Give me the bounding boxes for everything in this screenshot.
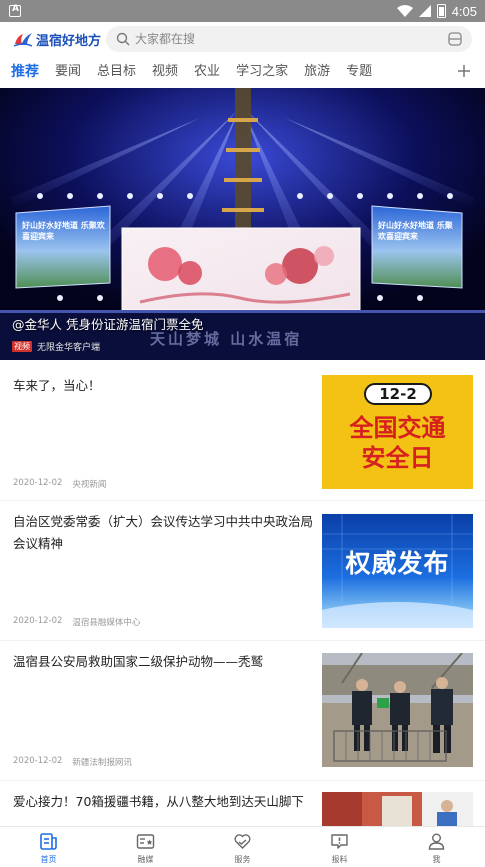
nav-report-label: 报料 xyxy=(331,855,348,864)
search-icon xyxy=(116,32,130,46)
logo-mark-icon xyxy=(13,33,33,47)
tab-video[interactable]: 视频 xyxy=(144,57,186,87)
news-thumbnail[interactable] xyxy=(322,792,473,826)
nav-service-label: 服务 xyxy=(234,855,251,864)
logo-text: 温宿好地方 xyxy=(36,33,102,49)
hero-banner[interactable]: 好山好水好地道 乐聚欢喜迎宾来 好山好水好地道 乐聚欢喜迎宾来 天山梦城 山水温… xyxy=(0,88,485,360)
list-item[interactable]: 自治区党委常委（扩大）会议传达学习中共中央政治局会议精神 2020-12-02 … xyxy=(0,501,485,640)
status-right: 4:05 xyxy=(396,2,477,20)
screen-right-text: 好山好水好地道 乐聚欢喜迎宾来 xyxy=(378,221,453,241)
news-date: 2020-12-02 xyxy=(13,478,63,488)
tab-study-home[interactable]: 学习之家 xyxy=(228,57,296,87)
nav-home-label: 首页 xyxy=(40,855,57,864)
news-title[interactable]: 爱心接力！70箱援疆书籍，从八整大地到达天山脚下 xyxy=(13,791,313,813)
status-bar: 4:05 xyxy=(0,0,485,22)
thumb-authority-text: 权威发布 xyxy=(345,549,450,578)
search-bar[interactable]: 大家都在搜 xyxy=(106,26,472,52)
screen-left-text: 好山好水好地道 乐聚欢喜迎宾来 xyxy=(22,221,105,241)
app-logo[interactable]: 温宿好地方 xyxy=(13,28,101,50)
thumb-line-2: 全国交通 xyxy=(349,414,446,442)
tab-recommend[interactable]: 推荐 xyxy=(0,57,47,87)
news-source: 温宿县融媒体中心 xyxy=(72,618,141,628)
nav-me[interactable]: 我 xyxy=(388,827,485,867)
list-item[interactable]: 温宿县公安局救助国家二级保护动物——秃鹫 2020-12-02 新疆法制报网讯 xyxy=(0,641,485,780)
status-time: 4:05 xyxy=(451,3,477,19)
news-thumbnail[interactable]: 12-2 全国交通 安全日 xyxy=(322,375,473,489)
video-tag-badge: 视频 xyxy=(12,341,32,352)
news-source: 新疆法制报网讯 xyxy=(72,758,132,768)
nav-service[interactable]: 服务 xyxy=(194,827,291,867)
hero-source: 无限金华客户端 xyxy=(37,343,101,353)
thumb-books-photo xyxy=(322,792,473,826)
tab-travel[interactable]: 旅游 xyxy=(296,57,338,87)
battery-icon xyxy=(436,4,446,18)
nav-media-label: 融媒 xyxy=(137,855,154,864)
tab-headlines[interactable]: 要闻 xyxy=(47,57,89,87)
scan-icon[interactable] xyxy=(448,32,462,46)
list-item[interactable]: 爱心接力！70箱援疆书籍，从八整大地到达天山脚下 xyxy=(0,781,485,826)
thumb-headline: 全国交通 安全日 xyxy=(322,413,473,473)
nav-me-label: 我 xyxy=(432,855,441,864)
news-meta: 2020-12-02 温宿县融媒体中心 xyxy=(13,616,140,628)
report-chat-icon xyxy=(331,834,348,849)
notification-icon xyxy=(9,4,21,17)
thumb-line-3: 安全日 xyxy=(361,444,434,472)
tab-agriculture[interactable]: 农业 xyxy=(186,57,228,87)
wifi-icon xyxy=(396,5,413,17)
app-header: 温宿好地方 大家都在搜 xyxy=(0,22,485,56)
tab-overall-goal[interactable]: 总目标 xyxy=(89,57,144,87)
thumb-police-photo xyxy=(322,653,473,767)
hero-meta: 视频 无限金华客户端 xyxy=(12,340,100,353)
news-thumbnail[interactable] xyxy=(322,653,473,767)
news-title[interactable]: 自治区党委常委（扩大）会议传达学习中共中央政治局会议精神 xyxy=(13,511,313,555)
nav-home[interactable]: 首页 xyxy=(0,827,97,867)
category-tabs: 推荐 要闻 总目标 视频 农业 学习之家 旅游 专题 xyxy=(0,56,485,88)
news-source: 央视新闻 xyxy=(72,480,107,490)
news-date: 2020-12-02 xyxy=(13,616,63,626)
thumb-date-badge: 12-2 xyxy=(364,383,432,405)
news-meta: 2020-12-02 新疆法制报网讯 xyxy=(13,756,132,768)
bottom-nav: 首页 融媒 服务 报料 我 xyxy=(0,826,485,867)
tab-topics[interactable]: 专题 xyxy=(338,57,380,87)
media-star-icon xyxy=(136,834,155,849)
heart-service-icon xyxy=(234,834,251,849)
thumb-date-text: 12-2 xyxy=(379,385,417,403)
news-title[interactable]: 温宿县公安局救助国家二级保护动物——秃鹫 xyxy=(13,651,313,673)
news-date: 2020-12-02 xyxy=(13,756,63,766)
news-title[interactable]: 车来了，当心！ xyxy=(13,375,313,397)
list-item[interactable]: 车来了，当心！ 2020-12-02 央视新闻 12-2 全国交通 安全日 xyxy=(0,360,485,500)
add-tab-icon[interactable] xyxy=(455,62,473,80)
home-doc-icon xyxy=(40,833,57,850)
user-icon xyxy=(428,833,445,850)
nav-report[interactable]: 报料 xyxy=(291,827,388,867)
nav-media[interactable]: 融媒 xyxy=(97,827,194,867)
news-thumbnail[interactable]: 权威发布 xyxy=(322,514,473,628)
search-placeholder: 大家都在搜 xyxy=(135,32,196,46)
news-meta: 2020-12-02 央视新闻 xyxy=(13,478,106,490)
hero-title[interactable]: @金华人 凭身份证游温宿门票全免 xyxy=(12,314,203,333)
signal-icon xyxy=(418,5,431,17)
